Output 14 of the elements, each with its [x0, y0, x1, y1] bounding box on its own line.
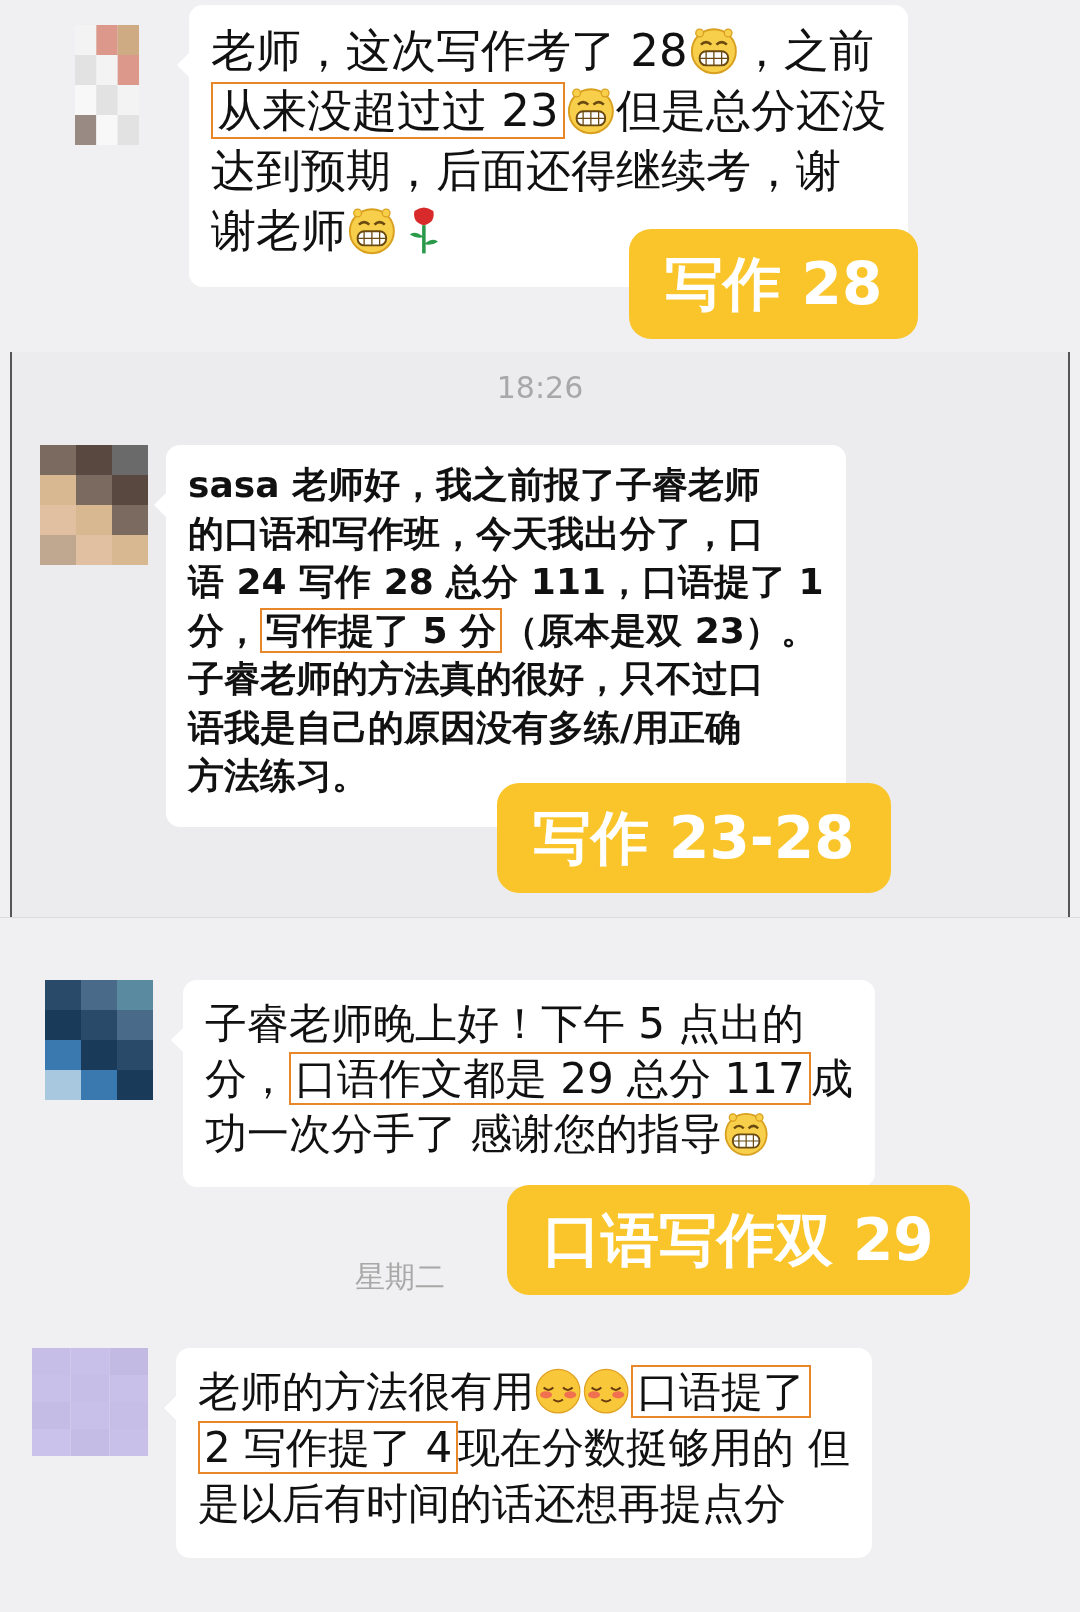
score-banner: 口语写作双 29: [506, 1185, 970, 1295]
highlighted-phrase: 写作提了 5 分: [260, 607, 503, 653]
blushing-face-icon: [534, 1366, 583, 1416]
highlighted-phrase: 2 写作提了 4: [198, 1421, 459, 1474]
blushing-face-icon: [582, 1366, 631, 1416]
message-text: 老师的方法很有用 口语提了 2 写作提了 4现在分数挺够用的 但 是以后有时间的话还想再提点分: [198, 1364, 850, 1530]
timestamp: 星期二: [354, 1258, 446, 1296]
highlighted-phrase: 从来没超过过 23: [211, 82, 565, 139]
highlighted-phrase: 口语提了: [630, 1365, 811, 1418]
message-text: 子睿老师晚上好！下午 5 点出的 分，口语作文都是 29 总分 117 成 功一次分手了 感谢您的指导: [205, 998, 853, 1160]
highlighted-phrase: 口语作文都是 29 总分 117: [289, 1052, 811, 1105]
timestamp: 18:26: [495, 370, 585, 405]
score-banner: 写作 23-28: [496, 782, 891, 893]
score-banner: 写作 28: [629, 229, 919, 339]
